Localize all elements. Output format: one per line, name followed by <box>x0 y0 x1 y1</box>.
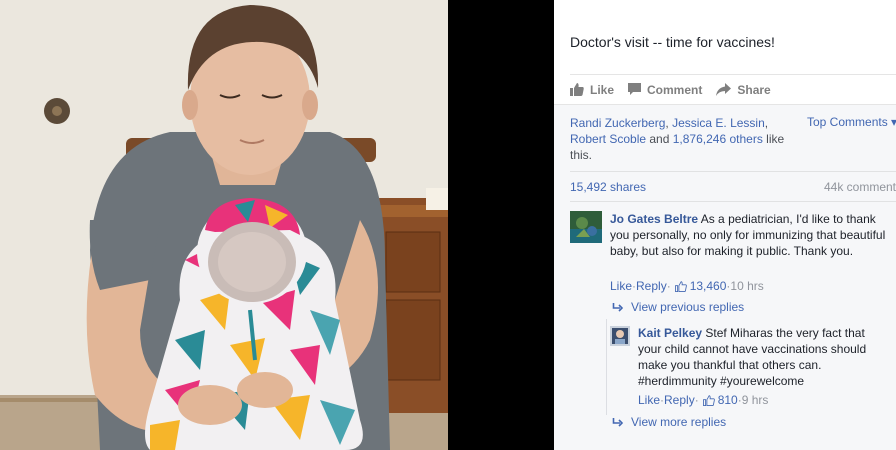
likes-others-link[interactable]: 1,876,246 others <box>673 132 763 146</box>
comment-item: Jo Gates Beltre As a pediatrician, I'd l… <box>570 211 896 429</box>
reply-thread-line <box>606 319 607 415</box>
reply-meta: Like · Reply · 810 · 9 hrs <box>638 393 768 407</box>
comment-author[interactable]: Jo Gates Beltre <box>610 212 698 226</box>
view-previous-replies-label: View previous replies <box>631 300 745 314</box>
post-action-bar: Like Comment Share <box>570 74 896 104</box>
avatar-image <box>570 211 602 243</box>
thumbs-up-icon <box>570 83 584 96</box>
comment-bubble-icon <box>628 83 642 95</box>
liker-separator: , <box>764 116 769 130</box>
like-button-label: Like <box>590 82 615 97</box>
shares-count-link[interactable]: 15,492 shares <box>570 180 646 194</box>
photo-illustration <box>0 0 448 450</box>
like-button[interactable]: Like <box>570 83 614 97</box>
reply-timestamp[interactable]: 9 hrs <box>742 393 769 407</box>
comment-meta: Like · Reply · 13,460 · 10 hrs <box>610 279 764 293</box>
comment-timestamp[interactable]: 10 hrs <box>730 279 763 293</box>
meta-separator: · <box>694 393 699 407</box>
post-details-panel: Doctor's visit -- time for vaccines! Lik… <box>554 0 896 450</box>
comment-button-label: Comment <box>647 82 703 97</box>
reply-arrow-icon <box>612 302 623 312</box>
reply-arrow-icon <box>612 417 623 427</box>
comments-list: Jo Gates Beltre As a pediatrician, I'd l… <box>570 201 896 429</box>
avatar-image <box>610 326 630 346</box>
thumbs-up-outline-icon <box>674 280 687 292</box>
replier-avatar[interactable] <box>610 326 630 346</box>
comment-like-link[interactable]: Like <box>610 279 632 293</box>
likes-and-text: and <box>646 132 673 146</box>
liker-link[interactable]: Robert Scoble <box>570 132 646 146</box>
post-caption: Doctor's visit -- time for vaccines! <box>570 34 775 50</box>
reactions-and-comments: Randi Zuckerberg, Jessica E. Lessin, Rob… <box>554 104 896 450</box>
post-photo[interactable] <box>0 0 448 450</box>
view-more-replies-link[interactable]: View more replies <box>612 415 726 429</box>
comment-sort-dropdown[interactable]: Top Comments ▾ <box>807 115 896 129</box>
meta-separator: · <box>666 279 671 293</box>
commenter-avatar[interactable] <box>570 211 602 243</box>
comment-reply-link[interactable]: Reply <box>636 279 667 293</box>
share-arrow-icon <box>716 83 732 96</box>
reply-like-count[interactable]: 810 <box>718 393 738 407</box>
view-previous-replies-link[interactable]: View previous replies <box>612 300 744 314</box>
reply-body: Kait Pelkey Stef Miharas the very fact t… <box>638 325 878 389</box>
share-button-label: Share <box>737 82 771 97</box>
likes-summary: Randi Zuckerberg, Jessica E. Lessin, Rob… <box>570 115 800 163</box>
reply-author[interactable]: Kait Pelkey <box>638 326 702 340</box>
thumbs-up-outline-icon <box>702 394 715 406</box>
comments-count[interactable]: 44k comments <box>824 180 896 194</box>
share-button[interactable]: Share <box>716 82 771 97</box>
reply-like-link[interactable]: Like <box>638 393 660 407</box>
liker-link[interactable]: Jessica E. Lessin <box>672 116 765 130</box>
comment-like-count[interactable]: 13,460 <box>690 279 727 293</box>
comment-body: Jo Gates Beltre As a pediatrician, I'd l… <box>610 211 886 259</box>
reply-reply-link[interactable]: Reply <box>664 393 695 407</box>
view-more-replies-label: View more replies <box>631 415 727 429</box>
comment-button[interactable]: Comment <box>628 83 702 97</box>
post-stats: 15,492 shares 44k comments <box>570 171 896 201</box>
liker-link[interactable]: Randi Zuckerberg <box>570 116 665 130</box>
